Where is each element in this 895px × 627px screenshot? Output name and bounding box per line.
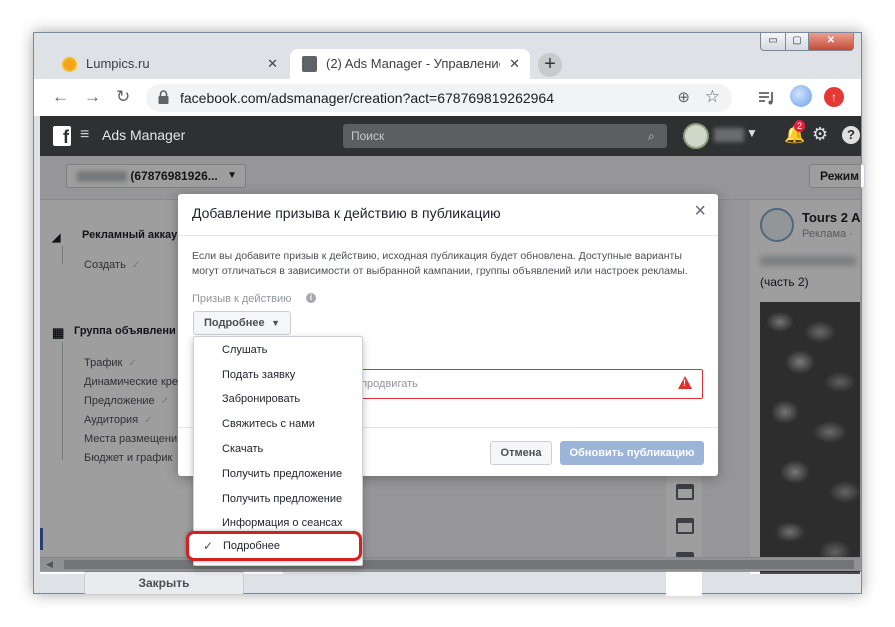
dropdown-option[interactable]: Получить предложение: [194, 462, 362, 487]
settings-gear-icon[interactable]: ⚙: [812, 124, 828, 145]
check-icon: ✓: [203, 539, 214, 553]
url-text: facebook.com/adsmanager/creation?act=678…: [180, 90, 555, 106]
notifications-badge: 2: [794, 120, 806, 132]
help-icon[interactable]: ?: [842, 126, 860, 144]
extension-icon[interactable]: ↑: [824, 87, 844, 107]
profile-avatar-icon[interactable]: [790, 85, 812, 107]
tab-ads-manager[interactable]: (2) Ads Manager - Управление р ✕: [290, 49, 530, 79]
tab-lumpics[interactable]: Lumpics.ru ✕: [50, 49, 288, 79]
tab-close-icon[interactable]: ✕: [509, 49, 520, 79]
maximize-button[interactable]: ▢: [785, 33, 809, 51]
dropdown-option-selected[interactable]: ✓ Подробнее: [186, 531, 362, 561]
reload-icon[interactable]: ↻: [116, 87, 130, 107]
user-name-blurred[interactable]: [714, 128, 744, 142]
modal-description: Если вы добавите призыв к действию, исхо…: [192, 250, 688, 277]
bookmark-star-icon[interactable]: ☆: [705, 87, 720, 107]
dropdown-option[interactable]: Свяжитесь с нами: [194, 412, 362, 437]
selected-option-label: Подробнее: [223, 540, 281, 552]
browser-toolbar: ← → ↻ facebook.com/adsmanager/creation?a…: [34, 79, 861, 117]
zoom-icon[interactable]: ⊕: [677, 88, 690, 106]
caret-down-icon: ▼: [271, 318, 280, 328]
account-caret-icon[interactable]: ▼: [746, 126, 758, 140]
page-favicon-icon: [302, 56, 317, 72]
update-post-button[interactable]: Обновить публикацию: [560, 441, 704, 465]
hamburger-menu-icon[interactable]: ≡: [80, 126, 89, 144]
lock-icon: [158, 90, 169, 104]
cancel-button[interactable]: Отмена: [490, 441, 552, 465]
window-close-button[interactable]: ✕: [808, 33, 854, 51]
lumpics-favicon-icon: [62, 57, 77, 72]
modal-close-icon[interactable]: ×: [694, 200, 706, 223]
cta-selected-value: Подробнее: [204, 317, 265, 329]
dropdown-option[interactable]: Слушать: [194, 338, 362, 363]
media-controls-icon[interactable]: [758, 89, 776, 107]
tab-title: Lumpics.ru: [86, 56, 150, 71]
warning-icon: [678, 376, 692, 389]
cta-label: Призыв к действию: [192, 293, 292, 305]
dropdown-option[interactable]: Получить предложение: [194, 487, 362, 512]
tab-close-icon[interactable]: ✕: [267, 49, 278, 79]
dropdown-option[interactable]: Подать заявку: [194, 363, 362, 388]
search-input[interactable]: Поиск: [343, 124, 667, 148]
modal-title: Добавление призыва к действию в публикац…: [192, 205, 501, 221]
info-icon[interactable]: i: [306, 293, 316, 303]
back-arrow-icon[interactable]: ←: [52, 87, 69, 107]
cta-select[interactable]: Подробнее ▼: [193, 311, 291, 335]
facebook-top-bar: f ≡ Ads Manager Поиск ⌕ ▼ 🔔 2 ⚙ ?: [40, 116, 861, 156]
minimize-button[interactable]: ▭: [760, 33, 786, 51]
forward-arrow-icon[interactable]: →: [84, 87, 101, 107]
app-title: Ads Manager: [102, 127, 186, 143]
new-tab-button[interactable]: +: [538, 53, 562, 77]
search-icon[interactable]: ⌕: [640, 124, 670, 148]
dropdown-option[interactable]: Забронировать: [194, 387, 362, 412]
user-avatar[interactable]: [683, 123, 709, 149]
dropdown-option[interactable]: Скачать: [194, 437, 362, 462]
sidebar-close-button[interactable]: Закрыть: [84, 571, 244, 595]
divider: [178, 235, 718, 236]
facebook-logo-icon[interactable]: f: [53, 126, 71, 147]
tab-title: (2) Ads Manager - Управление р: [326, 56, 500, 71]
address-bar[interactable]: facebook.com/adsmanager/creation?act=678…: [146, 84, 732, 112]
